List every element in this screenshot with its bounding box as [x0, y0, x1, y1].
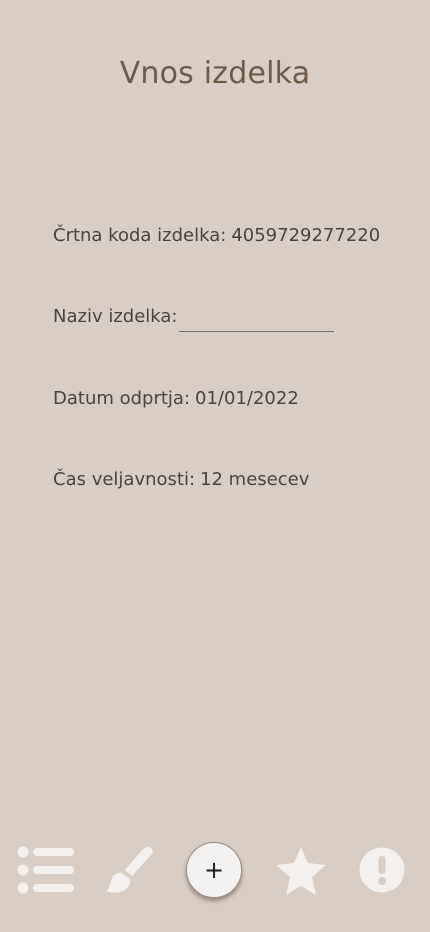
page-title: Vnos izdelka [119, 56, 311, 91]
product-name-row: Naziv izdelka: [53, 306, 335, 332]
expiry-value: 12 mesecev [200, 469, 310, 490]
list-icon [17, 846, 74, 894]
star-icon [276, 847, 326, 895]
product-name-input[interactable] [179, 311, 335, 332]
bottom-nav: + [0, 840, 430, 902]
barcode-value: 4059729277220 [231, 225, 381, 246]
plus-icon: + [203, 856, 225, 884]
expiry-row: Čas veljavnosti: 12 mesecev [53, 469, 309, 490]
open-date-row: Datum odprtja: 01/01/2022 [53, 388, 299, 409]
barcode-label: Črtna koda izdelka: [53, 225, 227, 246]
nav-list-button[interactable] [16, 846, 76, 894]
alert-icon [359, 847, 405, 893]
nav-alert-button[interactable] [358, 846, 406, 894]
open-date-value: 01/01/2022 [195, 388, 299, 409]
expiry-label: Čas veljavnosti: [53, 469, 196, 490]
barcode-row: Črtna koda izdelka: 4059729277220 [53, 225, 380, 246]
nav-brush-button[interactable] [104, 846, 156, 896]
open-date-label: Datum odprtja: [53, 388, 191, 409]
product-name-label: Naziv izdelka: [53, 306, 178, 327]
nav-star-button[interactable] [274, 846, 328, 898]
add-button[interactable]: + [186, 842, 242, 898]
brush-icon [106, 846, 153, 893]
